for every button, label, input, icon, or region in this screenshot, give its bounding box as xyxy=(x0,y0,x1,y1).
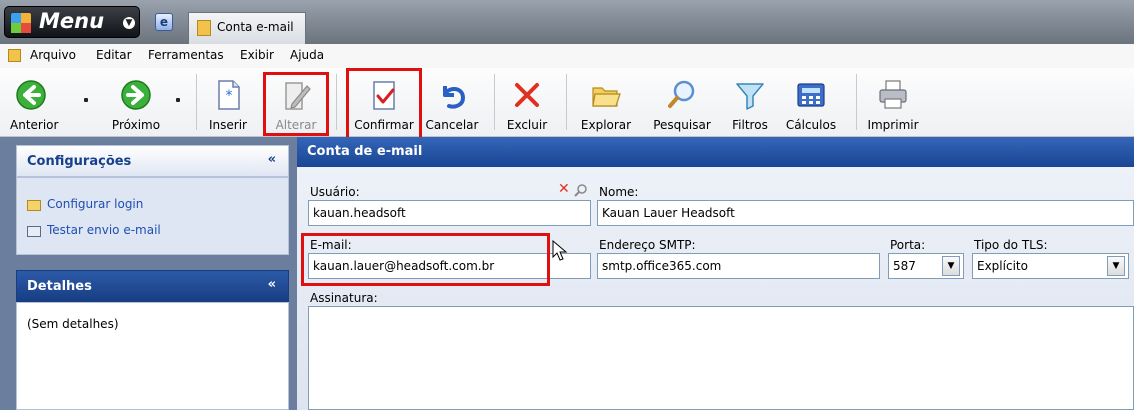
configuracoes-panel: Configurar login Testar envio e-mail xyxy=(16,177,289,255)
menu-arquivo[interactable]: Arquivo xyxy=(30,48,76,62)
smtp-label: Endereço SMTP: xyxy=(599,238,696,252)
collapse-icon[interactable]: « xyxy=(268,152,276,167)
menu-bar: Arquivo Editar Ferramentas Exibir Ajuda xyxy=(0,44,1134,69)
imprimir-label: Imprimir xyxy=(867,118,919,132)
proximo-button[interactable]: Próximo xyxy=(108,72,164,134)
anterior-dropdown-icon[interactable] xyxy=(84,98,88,102)
filtros-label: Filtros xyxy=(732,118,768,132)
porta-dropdown-button[interactable]: ▼ xyxy=(942,256,960,276)
explorar-label: Explorar xyxy=(580,118,632,132)
main-menu-button[interactable]: Menu ▼ xyxy=(4,6,140,38)
tls-label: Tipo do TLS: xyxy=(974,238,1048,252)
anterior-button[interactable]: Anterior xyxy=(10,72,59,134)
filtros-button[interactable]: Filtros xyxy=(728,72,772,134)
svg-text:*: * xyxy=(226,88,233,104)
detalhes-panel-header[interactable]: Detalhes « xyxy=(16,270,289,302)
folder-open-icon xyxy=(592,87,621,107)
magnifier-icon xyxy=(668,80,695,108)
inserir-button[interactable]: * Inserir xyxy=(206,72,250,134)
excluir-label: Excluir xyxy=(506,118,548,132)
clear-x-icon[interactable]: ✕ xyxy=(558,181,570,197)
edit-note-icon xyxy=(8,49,21,62)
nome-field[interactable]: Kauan Lauer Headsoft xyxy=(597,200,1134,226)
internet-explorer-icon[interactable]: e xyxy=(155,13,173,31)
tls-value: Explícito xyxy=(977,259,1028,273)
email-highlight-box xyxy=(301,233,550,286)
cancelar-label: Cancelar xyxy=(425,118,479,132)
search-icon[interactable] xyxy=(574,183,588,197)
proximo-label: Próximo xyxy=(111,118,161,132)
main-menu-label: Menu xyxy=(39,9,105,33)
anterior-label: Anterior xyxy=(10,118,59,132)
tab-label: Conta e-mail xyxy=(217,20,294,34)
calculator-icon xyxy=(797,83,825,107)
pesquisar-button[interactable]: Pesquisar xyxy=(648,72,716,134)
send-test-icon xyxy=(27,226,41,237)
usuario-field[interactable]: kauan.headsoft xyxy=(308,200,591,226)
confirmar-button[interactable]: Confirmar xyxy=(350,72,418,134)
toolbar-separator xyxy=(196,74,197,130)
pencil-edit-icon xyxy=(285,82,311,110)
funnel-icon xyxy=(736,83,764,110)
checkmark-icon xyxy=(373,81,395,110)
excluir-button[interactable]: Excluir xyxy=(502,72,552,134)
usuario-label: Usuário: xyxy=(310,185,360,199)
envelope-icon xyxy=(27,200,41,211)
imprimir-button[interactable]: Imprimir xyxy=(864,72,922,134)
configurar-login-link[interactable]: Configurar login xyxy=(47,197,143,211)
menu-ajuda[interactable]: Ajuda xyxy=(290,48,324,62)
tls-dropdown-button[interactable]: ▼ xyxy=(1107,256,1125,276)
mouse-cursor-icon xyxy=(552,240,568,261)
explorar-button[interactable]: Explorar xyxy=(574,72,638,134)
tls-select[interactable]: Explícito xyxy=(972,253,1129,279)
delete-x-icon xyxy=(515,83,539,107)
inserir-label: Inserir xyxy=(209,118,247,132)
assinatura-textarea[interactable] xyxy=(308,306,1134,410)
arrow-right-icon xyxy=(121,80,151,110)
smtp-field[interactable]: smtp.office365.com xyxy=(597,253,880,279)
form-title: Conta de e-mail xyxy=(307,144,423,159)
configuracoes-title: Configurações xyxy=(27,154,132,169)
assinatura-label: Assinatura: xyxy=(310,291,378,305)
pesquisar-label: Pesquisar xyxy=(653,118,711,132)
cancelar-button[interactable]: Cancelar xyxy=(422,72,482,134)
menu-exibir[interactable]: Exibir xyxy=(240,48,274,62)
calculos-button[interactable]: Cálculos xyxy=(782,72,840,134)
undo-icon xyxy=(443,86,466,109)
printer-icon xyxy=(879,80,907,109)
detalhes-title: Detalhes xyxy=(27,279,92,294)
proximo-dropdown-icon[interactable] xyxy=(176,98,180,102)
app-logo-icon xyxy=(11,13,31,33)
porta-value: 587 xyxy=(893,259,916,273)
confirmar-label: Confirmar xyxy=(354,118,414,132)
configuracoes-panel-header[interactable]: Configurações « xyxy=(16,145,289,177)
arrow-left-icon xyxy=(16,80,46,110)
new-document-icon: * xyxy=(218,80,240,110)
alterar-label: Alterar xyxy=(275,118,317,132)
collapse-icon[interactable]: « xyxy=(268,277,276,292)
edit-note-icon xyxy=(197,20,211,36)
tab-conta-email[interactable]: Conta e-mail xyxy=(188,12,306,44)
chevron-down-icon: ▼ xyxy=(123,17,135,29)
form-header: Conta de e-mail xyxy=(297,137,1134,167)
toolbar-separator xyxy=(566,74,567,130)
toolbar xyxy=(0,68,1134,137)
toolbar-separator xyxy=(856,74,857,130)
porta-label: Porta: xyxy=(890,238,926,252)
menu-ferramentas[interactable]: Ferramentas xyxy=(148,48,224,62)
alterar-button[interactable]: Alterar xyxy=(266,72,326,134)
testar-envio-link[interactable]: Testar envio e-mail xyxy=(47,223,161,237)
detalhes-text: (Sem detalhes) xyxy=(27,317,119,331)
toolbar-separator xyxy=(336,74,337,130)
calculos-label: Cálculos xyxy=(785,118,837,132)
menu-editar[interactable]: Editar xyxy=(96,48,132,62)
detalhes-panel: (Sem detalhes) xyxy=(16,302,289,410)
nome-label: Nome: xyxy=(599,185,639,199)
toolbar-separator xyxy=(494,74,495,130)
